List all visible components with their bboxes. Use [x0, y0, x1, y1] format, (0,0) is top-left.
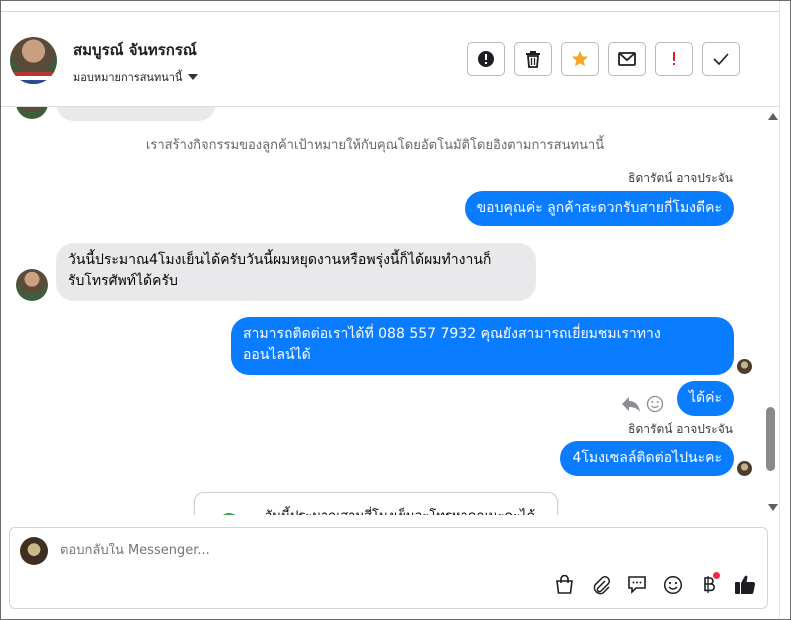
- scroll-down-icon[interactable]: [768, 504, 778, 511]
- star-icon: [572, 51, 588, 67]
- messenger-window: สมบูรณ์ จันทรกรณ์ มอบหมายการสนทนานี้ เรา…: [0, 0, 791, 620]
- spam-button[interactable]: [467, 42, 505, 76]
- sender-name: ธิดารัตน์ อาจประจัน: [628, 422, 733, 436]
- trash-icon: [526, 50, 540, 68]
- message-bubble-outgoing[interactable]: ขอบคุณค่ะ ลูกค้าสะดวกรับสายกี่โมงดีคะ: [464, 191, 734, 226]
- reply-input[interactable]: [60, 543, 660, 558]
- contact-name[interactable]: สมบูรณ์ จันทรกรณ์: [73, 38, 197, 62]
- contact-avatar[interactable]: [10, 37, 57, 84]
- message-line: วันนี้ประมาณ4โมงเย็นได้ครับวันนี้ผมหยุดง…: [68, 252, 492, 268]
- page-avatar: [20, 537, 48, 565]
- notification-dot: [713, 572, 720, 579]
- delete-button[interactable]: [514, 42, 552, 76]
- conversation-header: สมบูรณ์ จันทรกรณ์ มอบหมายการสนทนานี้: [1, 12, 779, 107]
- message-bubble-outgoing[interactable]: ได้ค่ะ: [676, 381, 734, 416]
- message-bubble-outgoing[interactable]: 4โมงเซลล์ติดต่อไปนะคะ: [560, 441, 734, 476]
- composer-toolbar: [553, 572, 756, 596]
- seen-avatar: [737, 461, 752, 476]
- message-bubble-partial[interactable]: [56, 107, 216, 121]
- assign-label: มอบหมายการสนทนานี้: [73, 71, 183, 84]
- follow-up-button[interactable]: [655, 42, 693, 76]
- message-bubble-incoming[interactable]: วันนี้ประมาณ4โมงเย็นได้ครับวันนี้ผมหยุดง…: [56, 243, 536, 301]
- exclamation-circle-icon: [478, 51, 494, 67]
- right-divider: [779, 1, 780, 619]
- quick-reply-icon[interactable]: [625, 573, 648, 596]
- exclamation-icon: [673, 52, 675, 65]
- message-line: สามารถติดต่อเราได้ที่ 088 557 7932 คุณยั…: [243, 326, 661, 342]
- message-composer: [9, 527, 768, 609]
- scroll-up-icon[interactable]: [768, 113, 778, 120]
- mark-unread-button[interactable]: [608, 42, 646, 76]
- scrollbar-thumb[interactable]: [766, 407, 775, 471]
- paperclip-icon[interactable]: [589, 573, 612, 596]
- message-line: รับโทรศัพท์ได้ครับ: [68, 273, 178, 289]
- sender-name: ธิดารัตน์ อาจประจัน: [628, 171, 733, 185]
- reply-icon[interactable]: [621, 395, 641, 413]
- star-button[interactable]: [561, 42, 599, 76]
- react-emoji-icon[interactable]: [646, 395, 664, 413]
- message-bubble-outgoing[interactable]: สามารถติดต่อเราได้ที่ 088 557 7932 คุณยั…: [231, 317, 734, 375]
- check-icon: [713, 53, 729, 65]
- automation-notice: เราสร้างกิจกรรมของลูกค้าเป้าหมายให้กับคุ…: [145, 138, 605, 153]
- scrollbar[interactable]: [765, 107, 778, 515]
- message-thread[interactable]: เราสร้างกิจกรรมของลูกค้าเป้าหมายให้กับคุ…: [1, 107, 779, 515]
- header-actions: [467, 42, 740, 76]
- assign-conversation-dropdown[interactable]: มอบหมายการสนทนานี้: [73, 68, 199, 86]
- payment-icon[interactable]: [697, 572, 720, 596]
- envelope-icon: [618, 52, 636, 66]
- message-line: ออนไลน์ได้: [243, 347, 311, 363]
- contact-avatar-small: [16, 269, 48, 301]
- shopping-bag-icon[interactable]: [553, 573, 576, 596]
- status-dot: [219, 513, 239, 515]
- done-button[interactable]: [702, 42, 740, 76]
- chevron-down-icon: [188, 74, 199, 80]
- emoji-icon[interactable]: [661, 573, 684, 596]
- activity-card-text: วันนี้ประมาณสามสี่โมงเย็นจะโทรหาคุณนะคะไ…: [265, 505, 557, 515]
- contact-avatar-small: [16, 107, 48, 119]
- seen-avatar: [737, 359, 752, 374]
- like-icon[interactable]: [733, 573, 756, 596]
- activity-card[interactable]: วันนี้ประมาณสามสี่โมงเย็นจะโทรหาคุณนะคะไ…: [194, 492, 558, 515]
